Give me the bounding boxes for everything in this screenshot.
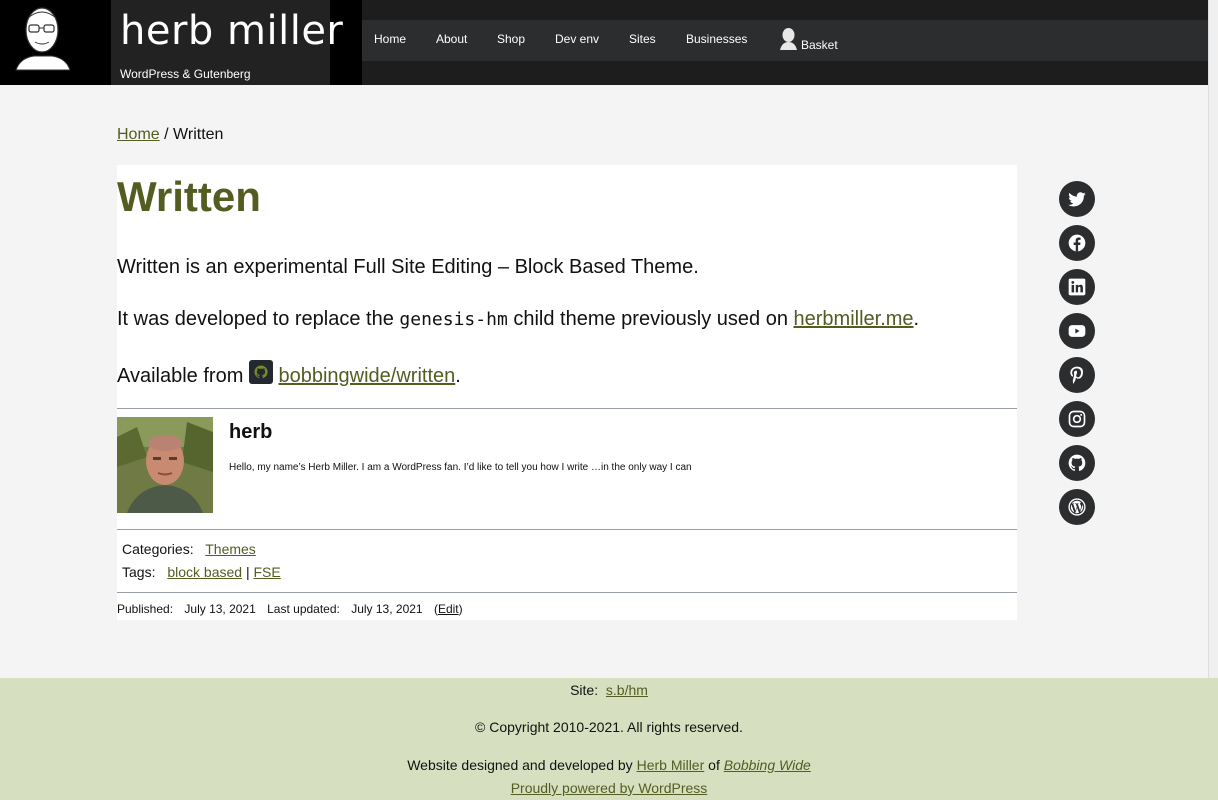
author-avatar [117,417,213,513]
edit-close-paren: ) [458,602,463,616]
edit-post-link[interactable]: Edit [438,602,459,616]
nav-item-home[interactable]: Home [374,32,406,46]
nav-item-dev-env[interactable]: Dev env [555,32,599,46]
youtube-icon[interactable] [1059,313,1095,349]
site-tagline: WordPress & Gutenberg [120,67,251,81]
nav-item-basket[interactable]: Basket [779,27,849,53]
p3-text-before: Available from [117,365,249,387]
instagram-icon[interactable] [1059,401,1095,437]
published-label: Published: [117,602,174,616]
updated-date: July 13, 2021 [351,602,423,616]
tag-link-block-based[interactable]: block based [167,564,242,580]
tags-label: Tags: [122,564,156,580]
footer-designed-by: Website designed and developed by [407,757,637,773]
footer-site-line: Site: s.b/hm [0,682,1218,698]
user-avatar-icon [780,28,797,50]
twitter-icon[interactable] [1059,181,1095,217]
footer-site-link[interactable]: s.b/hm [606,682,648,698]
p2-code: genesis-hm [399,309,508,330]
site-logo[interactable] [0,0,111,85]
tags-separator: | [245,564,250,580]
divider [117,529,1017,530]
pinterest-icon[interactable] [1059,357,1095,393]
p2-text-before: It was developed to replace the [117,308,400,330]
footer-copyright: © Copyright 2010-2021. All rights reserv… [475,719,743,735]
footer-of: of [704,757,724,773]
nav-bar: Home About Shop Dev env Sites Businesses… [362,20,1208,61]
footer-credits: Website designed and developed by Herb M… [0,757,1218,773]
post-title: Written [117,173,261,220]
github-repo-link[interactable]: bobbingwide/written [278,365,455,387]
updated-label: Last updated: [267,602,340,616]
site-footer: Site: s.b/hm © Copyright 2010-2021. All … [0,678,1218,800]
facebook-icon[interactable] [1059,225,1095,261]
published-date: July 13, 2021 [184,602,256,616]
tag-link-fse[interactable]: FSE [254,564,281,580]
post-paragraph-3: Available from bobbingwide/written. [117,360,461,388]
footer-powered-link[interactable]: Proudly powered by WordPress [511,780,708,796]
nav-item-about[interactable]: About [436,32,467,46]
github-icon[interactable] [1059,445,1095,481]
divider [117,408,1017,409]
categories-label: Categories: [122,541,194,557]
nav-item-sites[interactable]: Sites [629,32,656,46]
nav-item-shop[interactable]: Shop [497,32,525,46]
breadcrumb-home-link[interactable]: Home [117,126,160,143]
p2-end: . [913,308,920,330]
footer-site-label: Site: [570,682,599,698]
author-bio: Hello, my name’s Herb Miller. I am a Wor… [229,462,692,473]
site-title[interactable]: herb miller [120,8,343,54]
breadcrumb-separator: / [164,126,169,143]
post-card: Written Written is an experimental Full … [117,165,1017,620]
site-header: herb miller WordPress & Gutenberg Home A… [0,0,1208,85]
author-name: herb [229,421,273,443]
post-paragraph-1: Written is an experimental Full Site Edi… [117,256,699,278]
post-paragraph-2: It was developed to replace the genesis-… [117,308,919,331]
p3-end: . [455,365,461,387]
breadcrumb: Home / Written [117,126,223,144]
site-branding: herb miller WordPress & Gutenberg [111,0,343,85]
linkedin-icon[interactable] [1059,269,1095,305]
post-dates: Published: July 13, 2021 Last updated: J… [117,602,471,616]
p2-text-after: child theme previously used on [507,308,794,330]
category-link-themes[interactable]: Themes [205,541,256,557]
github-icon [248,360,273,384]
nav-item-businesses[interactable]: Businesses [686,32,747,46]
herbmiller-link[interactable]: herbmiller.me [794,308,914,330]
footer-powered: Proudly powered by WordPress [0,780,1218,796]
post-categories: Categories: Themes [122,541,256,557]
divider [117,592,1017,593]
caricature-logo-icon [0,0,111,85]
footer-company-link[interactable]: Bobbing Wide [724,757,811,773]
breadcrumb-current: Written [173,126,224,143]
wordpress-icon[interactable] [1059,489,1095,525]
basket-label: Basket [801,38,838,52]
post-tags: Tags: block based | FSE [122,564,281,580]
primary-navigation: Home About Shop Dev env Sites Businesses… [362,0,1208,85]
footer-designer-link[interactable]: Herb Miller [637,757,705,773]
